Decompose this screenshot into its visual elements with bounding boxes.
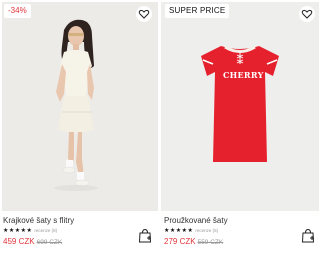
discount-badge: -34% — [4, 4, 31, 18]
heart-icon[interactable] — [299, 6, 315, 22]
product-title[interactable]: Proužkované šaty — [164, 216, 228, 225]
price: 279 CZK 559 CZK — [164, 237, 223, 246]
rating-stars: ★★★★★ recenze (5) — [164, 227, 218, 234]
product-card[interactable]: CHERRY SUPER PRICE Proužkované šaty ★★★★… — [161, 0, 321, 270]
current-price: 279 CZK — [164, 237, 196, 246]
stars: ★★★★★ — [3, 228, 33, 234]
review-count: recenze (5) — [195, 228, 219, 233]
girl-in-white-dress-photo — [2, 2, 158, 211]
old-price: 559 CZK — [197, 239, 224, 246]
old-price: 699 CZK — [36, 239, 63, 246]
shopping-bag-plus-icon[interactable] — [138, 228, 152, 243]
price: 459 CZK 699 CZK — [3, 237, 62, 246]
product-image[interactable] — [2, 2, 158, 211]
promo-badge: SUPER PRICE — [165, 4, 230, 18]
stars: ★★★★★ — [164, 228, 194, 234]
dress-print-text: CHERRY — [223, 70, 264, 80]
product-image[interactable] — [161, 2, 319, 211]
review-count: recenze (8) — [34, 228, 58, 233]
heart-icon[interactable] — [136, 6, 152, 22]
product-card[interactable]: -34% Krajkové šaty s flitry ★★★★★ recenze… — [0, 0, 158, 270]
current-price: 459 CZK — [3, 237, 35, 246]
product-title[interactable]: Krajkové šaty s flitry — [3, 216, 74, 225]
red-cherry-dress-photo — [161, 2, 319, 211]
rating-stars: ★★★★★ recenze (8) — [3, 227, 57, 234]
shopping-bag-plus-icon[interactable] — [301, 228, 315, 243]
